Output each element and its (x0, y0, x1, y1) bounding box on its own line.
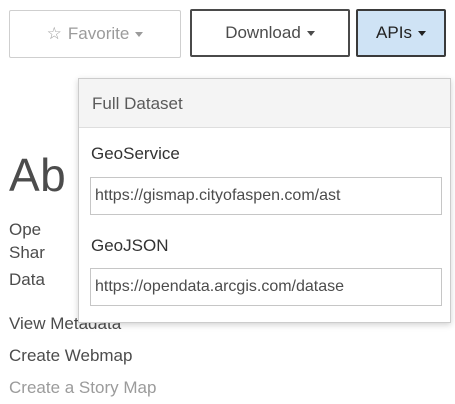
geoservice-url-field[interactable]: https://gismap.cityofaspen.com/ast (90, 177, 442, 215)
dropdown-header: Full Dataset (79, 79, 450, 128)
chevron-down-icon (135, 31, 144, 37)
apis-label: APIs (376, 23, 412, 42)
apis-dropdown: Full Dataset GeoService https://gismap.c… (78, 78, 451, 323)
chevron-down-icon (306, 30, 315, 36)
create-story-map-link[interactable]: Create a Story Map (9, 378, 156, 398)
favorite-label: Favorite (67, 24, 130, 43)
star-icon: ☆ (46, 24, 62, 43)
create-webmap-link[interactable]: Create Webmap (9, 346, 132, 366)
open-link[interactable]: Ope (9, 220, 41, 240)
download-label: Download (225, 23, 301, 42)
geoservice-label: GeoService (91, 144, 180, 163)
favorite-button[interactable]: ☆ Favorite (9, 10, 181, 58)
geojson-url-field[interactable]: https://opendata.arcgis.com/datase (90, 268, 442, 306)
apis-button[interactable]: APIs (356, 9, 446, 57)
download-button[interactable]: Download (190, 9, 350, 57)
chevron-down-icon (417, 30, 426, 36)
geojson-label: GeoJSON (91, 236, 169, 255)
share-link[interactable]: Shar (9, 243, 45, 263)
page-title: Ab (9, 149, 67, 201)
data-link[interactable]: Data (9, 270, 45, 290)
